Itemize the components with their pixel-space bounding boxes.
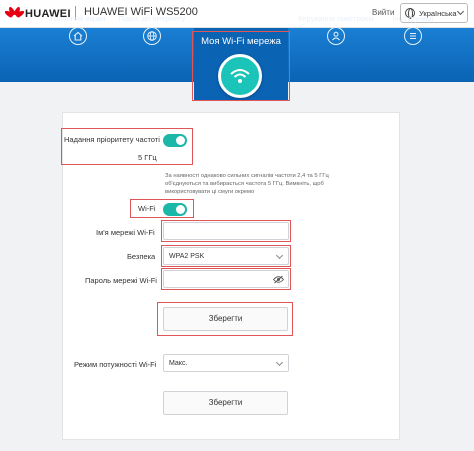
nav-home[interactable]: Головний екран: [40, 0, 116, 54]
highlight-box: [161, 220, 291, 242]
nav-other[interactable]: Інші функції: [380, 0, 446, 54]
chevron-down-icon: [275, 358, 284, 367]
home-icon: [69, 27, 87, 45]
nav-internet[interactable]: Підкл. до інтернету: [114, 0, 190, 54]
globe-icon: [143, 27, 161, 45]
priority-toggle[interactable]: [163, 134, 187, 147]
highlight-box: [192, 31, 290, 101]
huawei-logo-icon: [3, 5, 25, 22]
nav-device[interactable]: Керування пристроєм: [294, 0, 378, 54]
chevron-down-icon: [456, 7, 465, 16]
nav-home-label: Головний екран: [50, 14, 106, 23]
user-icon: [327, 27, 345, 45]
highlight-box: [161, 268, 291, 290]
wifi-label: Wi-Fi: [138, 204, 156, 213]
power-mode-select[interactable]: Макс.: [163, 354, 289, 372]
power-mode-value: Макс.: [169, 359, 188, 367]
password-label: Пароль мережі Wi-Fi: [85, 276, 157, 285]
highlight-box: [161, 245, 291, 267]
ssid-label: Ім'я мережі Wi-Fi: [96, 228, 155, 237]
wifi-toggle[interactable]: [163, 203, 187, 216]
priority-note: За наявності однаково сильних сигналів ч…: [165, 173, 329, 195]
security-label: Безпека: [127, 252, 156, 261]
save-button[interactable]: Зберегти: [163, 307, 288, 331]
priority-band: 5 ГГц: [138, 153, 157, 162]
menu-icon: [404, 27, 422, 45]
nav-device-label: Керування пристроєм: [298, 14, 374, 23]
nav-internet-label: Підкл. до інтернету: [118, 14, 186, 23]
save-power-button[interactable]: Зберегти: [163, 391, 288, 415]
priority-label: Надання пріоритету частоті: [64, 135, 160, 144]
nav-other-label: Інші функції: [392, 14, 434, 23]
power-mode-label: Режим потужності Wi-Fi: [74, 360, 157, 369]
